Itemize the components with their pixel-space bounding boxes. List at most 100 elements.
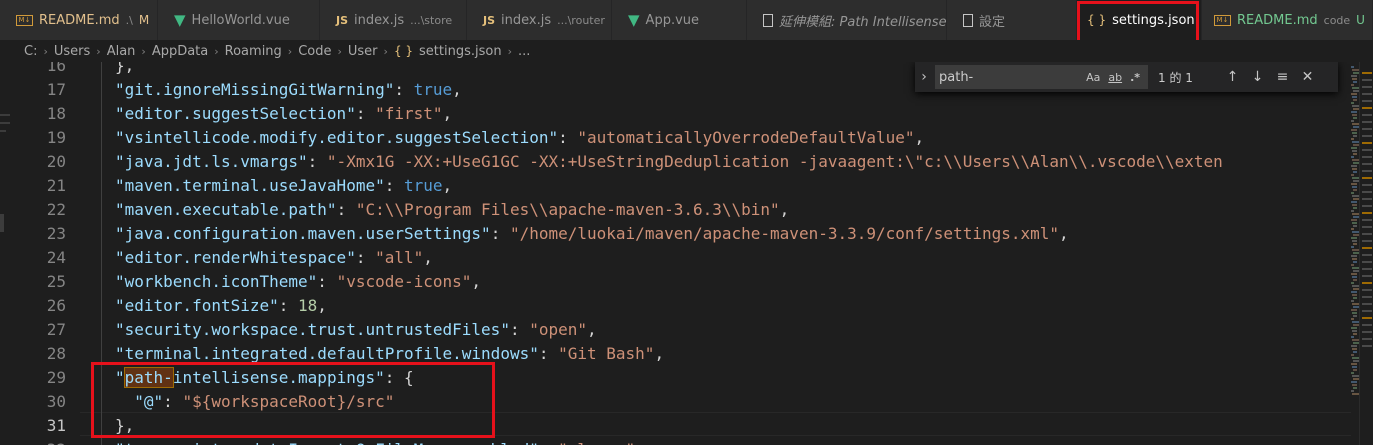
tab-description: ...\router <box>557 13 605 27</box>
code-line[interactable]: "maven.terminal.useJavaHome": true, <box>115 174 1351 198</box>
code-line[interactable]: "editor.fontSize": 18, <box>115 294 1351 318</box>
find-input[interactable]: path- Aa ab .* <box>935 65 1148 89</box>
code-token: , <box>654 344 665 363</box>
code-token: "workbench.iconTheme" <box>115 272 318 291</box>
breadcrumb-item[interactable]: Users <box>54 44 90 59</box>
scrollbar-ruler-mark <box>1362 275 1372 277</box>
code-line[interactable]: "editor.suggestSelection": "first", <box>115 102 1351 126</box>
scrollbar-ruler-mark <box>1362 247 1372 249</box>
vertical-scrollbar[interactable] <box>1359 62 1373 445</box>
scrollbar-ruler-mark <box>1362 128 1372 130</box>
line-number: 22 <box>46 200 66 219</box>
minimap-line <box>1353 261 1357 263</box>
breadcrumb-item[interactable]: settings.json <box>419 44 502 59</box>
tab-title: HelloWorld.vue <box>191 12 290 28</box>
scrollbar-ruler-mark <box>1362 338 1372 340</box>
tab-index-js-store[interactable]: JS index.js ...\store <box>320 0 467 40</box>
breadcrumb-item[interactable]: User <box>348 44 378 59</box>
js-icon: JS <box>336 13 349 27</box>
find-in-selection-icon[interactable]: ≡ <box>1270 69 1295 85</box>
code-line[interactable]: "security.workspace.trust.untrustedFiles… <box>115 318 1351 342</box>
minimap-line <box>1352 114 1357 116</box>
breadcrumb-item[interactable]: C: <box>24 44 37 59</box>
line-number: 19 <box>46 128 66 147</box>
match-case-toggle[interactable]: Aa <box>1086 71 1100 84</box>
tab-settings-ui[interactable]: 設定 <box>947 0 1077 40</box>
scrollbar-ruler-mark <box>1362 282 1372 284</box>
minimap-line <box>1351 93 1357 95</box>
code-line[interactable]: "editor.renderWhitespace": "all", <box>115 246 1351 270</box>
breadcrumb-item[interactable]: AppData <box>152 44 208 59</box>
code-token: : <box>509 320 530 339</box>
tab-helloworld-vue[interactable]: ▼ HelloWorld.vue <box>158 0 320 40</box>
find-query: path- <box>939 69 974 85</box>
breadcrumb-item[interactable]: Roaming <box>225 44 282 59</box>
code-token: "@" <box>134 392 164 411</box>
code-line[interactable]: "workbench.iconTheme": "vscode-icons", <box>115 270 1351 294</box>
line-number: 20 <box>46 152 66 171</box>
minimap-line <box>1351 183 1357 185</box>
minimap[interactable] <box>1351 62 1360 445</box>
minimap-line <box>1352 312 1357 314</box>
whole-word-toggle[interactable]: ab <box>1108 71 1122 84</box>
code-token: "editor.fontSize" <box>115 296 279 315</box>
tab-readme-md[interactable]: M↓ README.md .\ M <box>0 0 158 40</box>
minimap-line <box>1352 204 1357 206</box>
code-token: "terminal.integrated.defaultProfile.wind… <box>115 344 539 363</box>
code-token: , <box>914 128 925 147</box>
regex-toggle[interactable]: .* <box>1130 71 1140 84</box>
code-line[interactable]: "maven.executable.path": "C:\\Program Fi… <box>115 198 1351 222</box>
tab-description: ...\store <box>410 13 453 27</box>
code-line[interactable]: "typescript.updateImportsOnFileMove.enab… <box>115 438 1351 445</box>
arrow-up-icon[interactable]: ↑ <box>1220 69 1245 85</box>
code-token: , <box>442 104 453 123</box>
code-line[interactable]: "@": "${workspaceRoot}/src" <box>115 390 1351 414</box>
code-token: "git.ignoreMissingGitWarning" <box>115 80 395 99</box>
code-token: "-Xmx1G -XX:+UseG1GC -XX:+UseStringDedup… <box>326 152 1223 171</box>
tab-title: README.md <box>39 12 120 28</box>
tab-title: 設定 <box>979 14 1006 30</box>
tab-extension-path-intellisense[interactable]: 延伸模組: Path Intellisense <box>747 0 947 40</box>
breadcrumb-item[interactable]: Alan <box>107 44 136 59</box>
scrollbar-ruler-mark <box>1362 170 1372 172</box>
scrollbar-ruler-mark <box>1362 240 1372 242</box>
scrollbar-ruler-mark <box>1362 261 1372 263</box>
breadcrumb: C: › Users › Alan › AppData › Roaming › Code ›… <box>0 40 1373 62</box>
close-icon[interactable]: ✕ <box>1295 69 1320 85</box>
scrollbar-ruler-mark <box>1362 142 1372 144</box>
tab-settings-json[interactable]: { } settings.json ✕ <box>1077 0 1218 40</box>
code-line[interactable]: "java.configuration.maven.userSettings":… <box>115 222 1351 246</box>
code-token: "java.configuration.maven.userSettings" <box>115 224 491 243</box>
chevron-right-icon[interactable]: › <box>915 69 933 85</box>
minimap-line <box>1352 348 1357 350</box>
breadcrumb-item[interactable]: Code <box>298 44 331 59</box>
tab-readme-md-code[interactable]: M↓ README.md code U <box>1202 0 1373 40</box>
code-line[interactable]: "path-intellisense.mappings": { <box>115 366 1351 390</box>
code-editor[interactable]: 16 17 18 19 20 21 22 23 24 25 26 27 28 29 30 31 32 }, "gi… <box>0 62 1373 445</box>
line-number: 25 <box>46 272 66 291</box>
scrollbar-ruler-mark <box>1362 345 1372 347</box>
tab-index-js-router[interactable]: JS index.js ...\router <box>467 0 612 40</box>
minimap-line <box>1351 192 1354 194</box>
code-line[interactable]: "terminal.integrated.defaultProfile.wind… <box>115 342 1351 366</box>
code-line[interactable]: }, <box>115 414 1351 438</box>
minimap-line <box>1351 165 1357 167</box>
breadcrumb-item[interactable]: ... <box>518 44 530 59</box>
code-lines[interactable]: }, "git.ignoreMissingGitWarning": true, "e… <box>115 62 1351 445</box>
minimap-line <box>1352 222 1357 224</box>
code-token: : { <box>384 368 414 387</box>
json-icon: { } <box>393 44 414 58</box>
minimap-line <box>1352 330 1357 332</box>
minimap-line <box>1353 153 1357 155</box>
code-token: }, <box>115 416 135 435</box>
code-token: : <box>278 296 299 315</box>
code-line[interactable]: "vsintellicode.modify.editor.suggestSele… <box>115 126 1351 150</box>
arrow-down-icon[interactable]: ↓ <box>1245 69 1270 85</box>
tab-app-vue[interactable]: ▼ App.vue <box>612 0 747 40</box>
code-token: , <box>779 200 790 219</box>
code-line[interactable]: "java.jdt.ls.vmargs": "-Xmx1G -XX:+UseG1… <box>115 150 1351 174</box>
minimap-line <box>1351 273 1357 275</box>
scrollbar-ruler-mark <box>1362 107 1372 109</box>
code-token: , <box>442 176 453 195</box>
scrollbar-ruler-mark <box>1362 226 1372 228</box>
